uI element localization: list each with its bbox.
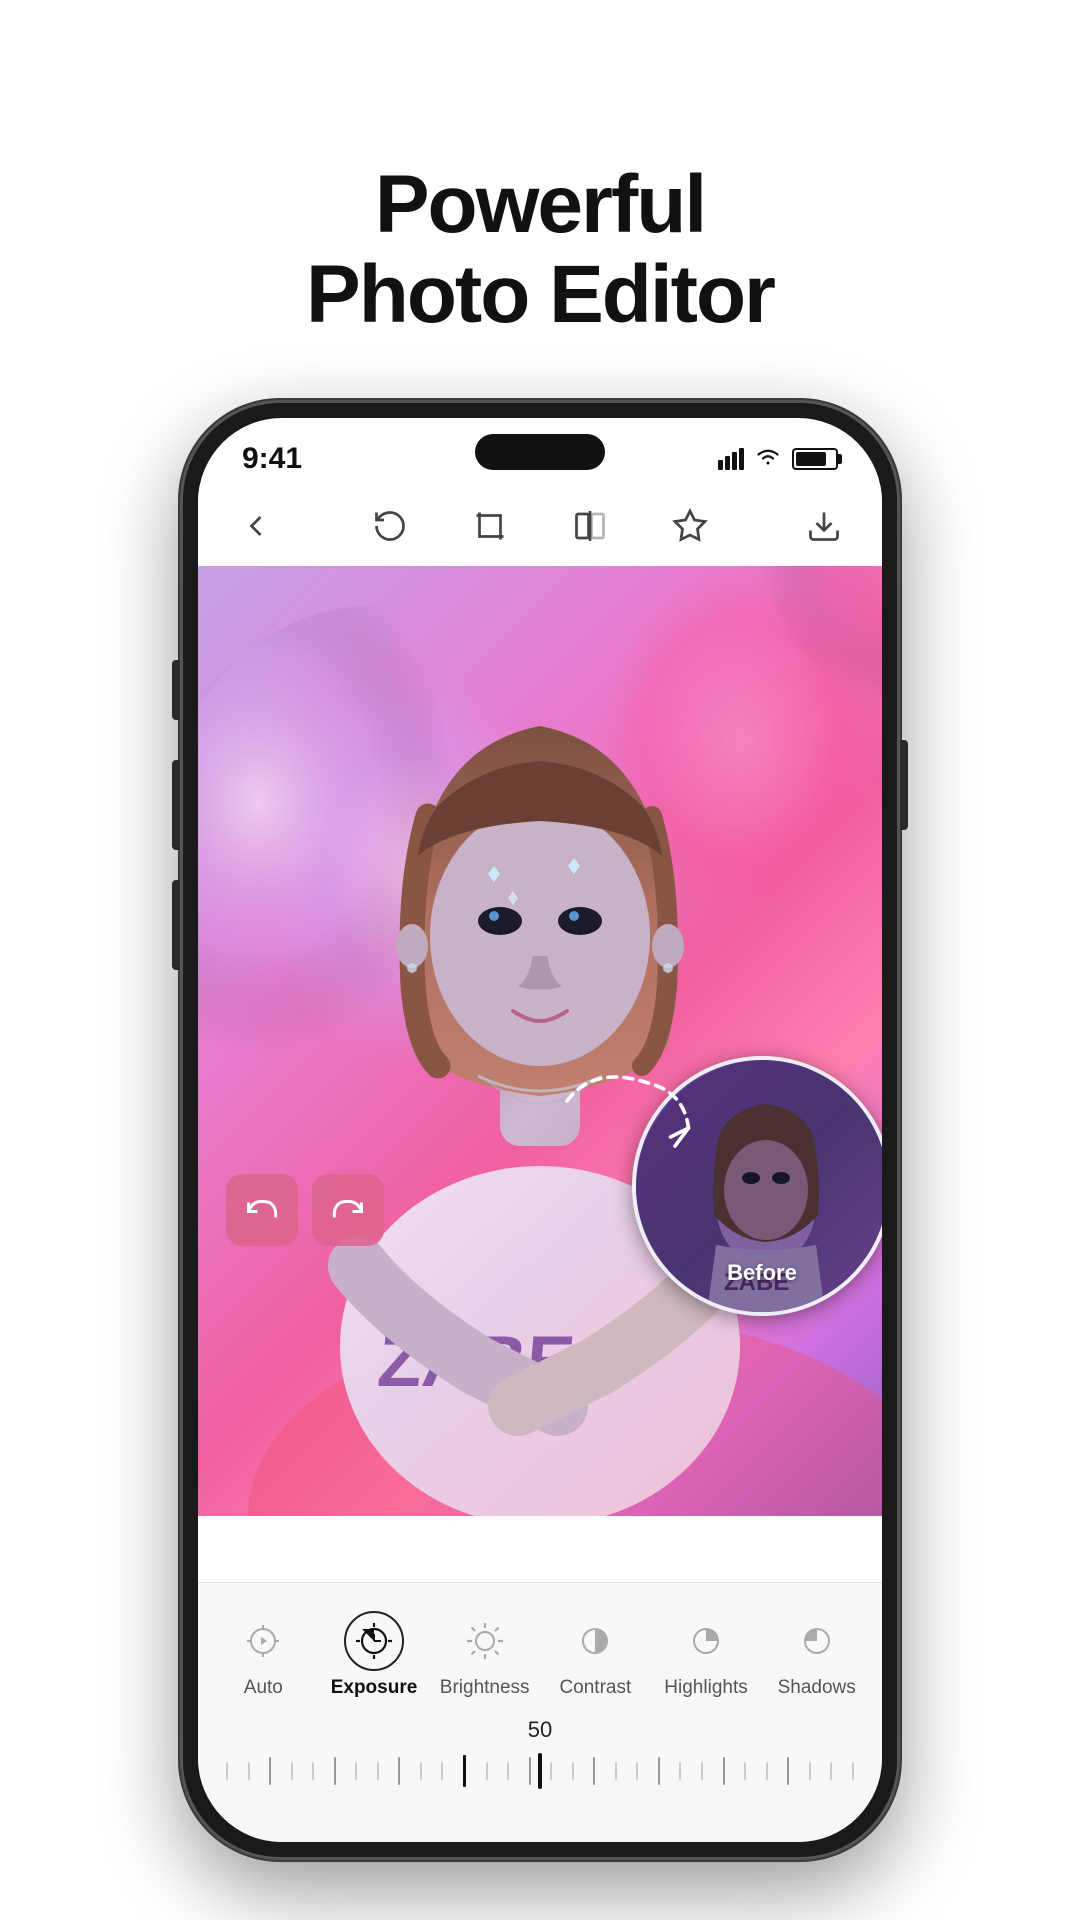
tool-shadows[interactable]: Shadows <box>761 1603 872 1707</box>
phone-mockup: 9:41 <box>180 400 900 1860</box>
mute-button <box>172 660 180 720</box>
undo-button[interactable] <box>226 1174 298 1246</box>
volume-down-button <box>172 880 180 970</box>
dynamic-island <box>475 434 605 470</box>
shadows-label: Shadows <box>778 1677 856 1699</box>
headline-text: Powerful Photo Editor <box>306 160 774 340</box>
tool-highlights[interactable]: Highlights <box>651 1603 762 1707</box>
bottom-panel: Auto <box>198 1582 882 1842</box>
download-button[interactable] <box>798 500 850 552</box>
tool-exposure[interactable]: Exposure <box>319 1603 430 1707</box>
slider-track[interactable] <box>218 1751 862 1791</box>
rotate-button[interactable] <box>364 500 416 552</box>
tool-brightness[interactable]: Brightness <box>429 1603 540 1707</box>
battery-icon <box>792 448 838 470</box>
tool-auto[interactable]: Auto <box>208 1603 319 1707</box>
crop-button[interactable] <box>464 500 516 552</box>
status-time: 9:41 <box>242 442 302 476</box>
brightness-icon-wrap <box>455 1611 515 1671</box>
signal-icon <box>718 448 744 470</box>
highlights-label: Highlights <box>664 1677 747 1699</box>
contrast-label: Contrast <box>559 1677 631 1699</box>
tool-contrast[interactable]: Contrast <box>540 1603 651 1707</box>
undo-redo-group <box>226 1174 384 1246</box>
headline: Powerful Photo Editor <box>306 80 774 340</box>
redo-button[interactable] <box>312 1174 384 1246</box>
battery-fill <box>796 452 826 466</box>
power-button <box>900 740 908 830</box>
brightness-label: Brightness <box>440 1677 530 1699</box>
highlights-icon-wrap <box>676 1611 736 1671</box>
auto-label: Auto <box>244 1677 283 1699</box>
exposure-icon-wrap <box>344 1611 404 1671</box>
contrast-icon-wrap <box>565 1611 625 1671</box>
phone-screen: 9:41 <box>198 418 882 1842</box>
photo-area: ZABE <box>198 566 882 1516</box>
back-button[interactable] <box>230 500 282 552</box>
flip-button[interactable] <box>564 500 616 552</box>
editor-toolbar <box>198 486 882 566</box>
comparison-arrow <box>522 1011 702 1196</box>
wifi-icon <box>754 445 782 473</box>
slider-indicator <box>538 1753 542 1789</box>
auto-icon-wrap <box>233 1611 293 1671</box>
status-icons <box>718 445 838 473</box>
tools-row: Auto <box>198 1583 882 1707</box>
slider-area: 50 <box>198 1707 882 1791</box>
before-label: Before <box>727 1260 797 1286</box>
adjust-button[interactable] <box>664 500 716 552</box>
volume-up-button <box>172 760 180 850</box>
tool-center-group <box>364 500 716 552</box>
exposure-label: Exposure <box>331 1677 418 1699</box>
shadows-icon-wrap <box>787 1611 847 1671</box>
slider-value: 50 <box>218 1717 862 1743</box>
